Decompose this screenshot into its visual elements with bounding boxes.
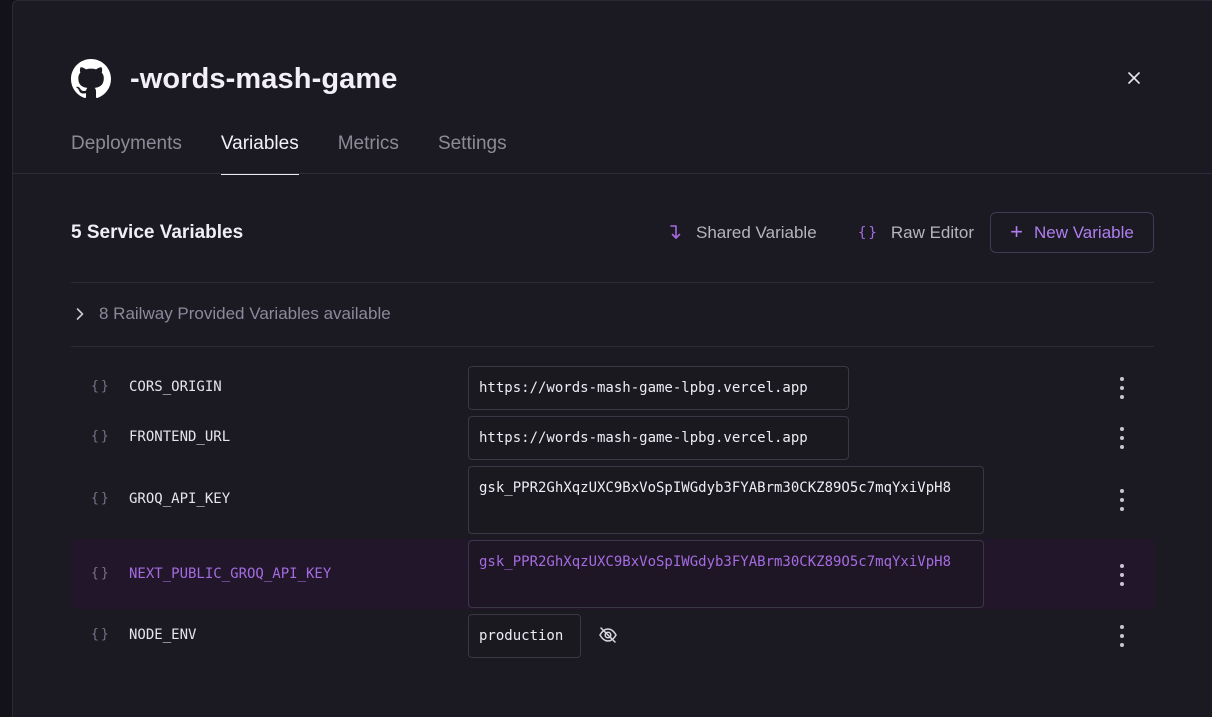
tabs-divider [13,173,1212,174]
variable-row: {} CORS_ORIGIN https://words-mash-game-l… [71,365,1154,411]
shared-variable-button[interactable]: Shared Variable [668,223,817,243]
tab-variables[interactable]: Variables [220,121,299,175]
more-vertical-icon[interactable] [1114,427,1130,449]
service-title: -words-mash-game [130,62,398,95]
section-divider [71,282,1154,283]
more-vertical-icon[interactable] [1114,564,1130,586]
eye-off-icon[interactable] [598,626,618,644]
variable-name: FRONTEND_URL [129,429,231,445]
section-divider [71,346,1154,347]
variable-name: NEXT_PUBLIC_GROQ_API_KEY [129,566,332,582]
more-vertical-icon[interactable] [1114,489,1130,511]
variable-value-field[interactable]: https://words-mash-game-lpbg.vercel.app [468,366,849,410]
raw-editor-label: Raw Editor [890,223,974,242]
chevron-right-icon [75,307,85,321]
variable-braces-icon: {} [91,429,111,444]
tab-settings[interactable]: Settings [438,121,507,174]
variable-name: NODE_ENV [129,627,197,643]
raw-editor-button[interactable]: {} Raw Editor [858,223,974,243]
variables-count-heading: 5 Service Variables [71,222,244,243]
variable-braces-icon: {} [91,379,111,394]
variable-row-highlighted: {} NEXT_PUBLIC_GROQ_API_KEY gsk_PPR2GhXq… [71,539,1154,609]
tab-metrics[interactable]: Metrics [338,121,399,174]
variable-braces-icon: {} [91,627,111,642]
more-vertical-icon[interactable] [1114,377,1130,399]
service-panel: -words-mash-game Deployments Variables M… [12,0,1212,717]
tab-bar: Deployments Variables Metrics Settings [71,121,546,175]
variable-braces-icon: {} [91,566,111,581]
new-variable-button[interactable]: + New Variable [990,212,1154,253]
variable-row: {} NODE_ENV production [71,613,1154,659]
variable-row: {} GROQ_API_KEY gsk_PPR2GhXqzUXC9BxVoSpI… [71,465,1154,535]
variable-name: CORS_ORIGIN [129,379,222,395]
more-vertical-icon[interactable] [1114,625,1130,647]
arrow-turn-down-right-icon [668,224,684,242]
close-button[interactable] [1124,68,1144,88]
variable-row: {} FRONTEND_URL https://words-mash-game-… [71,415,1154,461]
service-header: -words-mash-game [71,59,398,99]
new-variable-label: New Variable [1034,222,1134,242]
variable-value-field[interactable]: production [468,614,581,658]
plus-icon: + [1010,218,1023,244]
variable-name: GROQ_API_KEY [129,491,231,507]
braces-icon: {} [858,225,879,241]
railway-provided-variables-toggle[interactable]: 8 Railway Provided Variables available [75,304,391,324]
railway-provided-label: 8 Railway Provided Variables available [99,304,391,323]
tab-deployments[interactable]: Deployments [71,121,182,174]
shared-variable-label: Shared Variable [696,223,817,242]
github-icon [71,59,111,99]
variable-braces-icon: {} [91,491,111,506]
variable-value-field[interactable]: https://words-mash-game-lpbg.vercel.app [468,416,849,460]
close-icon [1128,72,1140,84]
variable-value-field[interactable]: gsk_PPR2GhXqzUXC9BxVoSpIWGdyb3FYABrm30CK… [468,540,984,608]
variable-value-field[interactable]: gsk_PPR2GhXqzUXC9BxVoSpIWGdyb3FYABrm30CK… [468,466,984,534]
